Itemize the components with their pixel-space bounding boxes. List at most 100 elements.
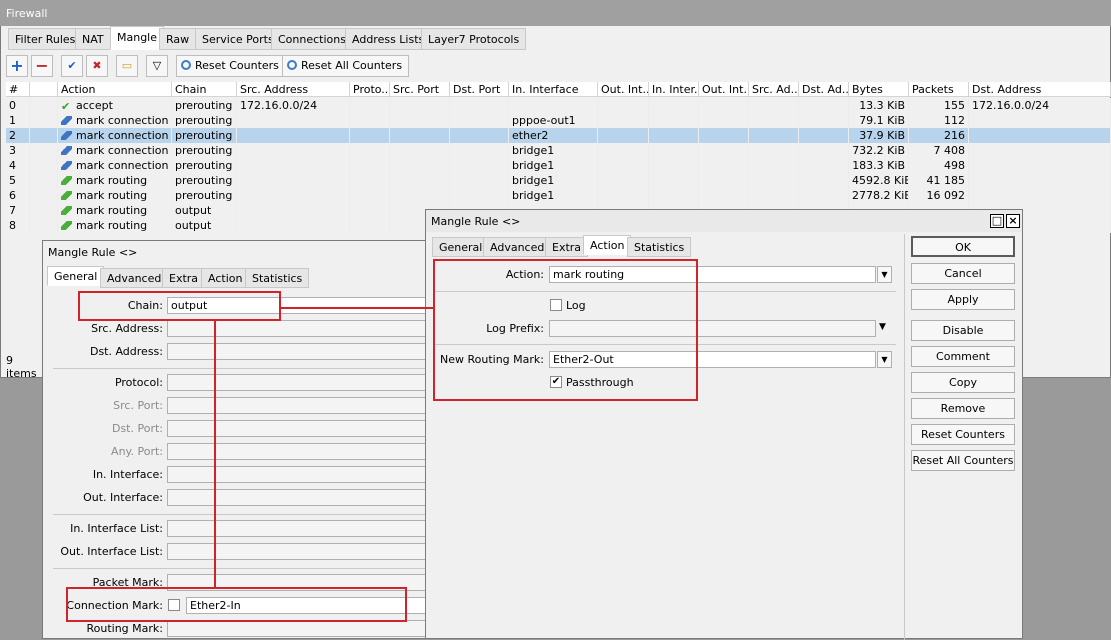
tab-general[interactable]: General [47, 266, 105, 286]
dst-cell [969, 128, 1111, 143]
in-interface-list-input[interactable] [167, 520, 433, 537]
empty-cell [598, 158, 649, 173]
col-header[interactable]: In. Interface [509, 82, 598, 97]
tab-action[interactable]: Action [583, 235, 632, 255]
reset-all-counters-button[interactable]: Reset All Counters [911, 450, 1015, 471]
tab-service-ports[interactable]: Service Ports [195, 28, 281, 50]
tab-mangle[interactable]: Mangle [110, 26, 165, 50]
col-header[interactable] [30, 82, 58, 97]
any-port-input[interactable] [167, 443, 433, 460]
empty-cell [749, 113, 799, 128]
divider [53, 368, 433, 369]
tab-statistics[interactable]: Statistics [627, 237, 692, 257]
tab-nat[interactable]: NAT [75, 28, 111, 50]
reset-all-counters-button[interactable]: Reset All Counters [282, 55, 410, 77]
empty-cell [30, 158, 58, 173]
col-header[interactable]: Src. Ad... [749, 82, 799, 97]
copy-button[interactable]: Copy [911, 372, 1015, 393]
filter-icon[interactable]: ▽ [146, 55, 168, 77]
tab-general[interactable]: General [432, 237, 490, 257]
chevron-down-icon[interactable]: ▼ [879, 322, 886, 332]
reset-icon [287, 60, 297, 70]
protocol-input[interactable] [167, 374, 433, 391]
tab-raw[interactable]: Raw [159, 28, 197, 50]
col-header[interactable]: Out. Int... [699, 82, 749, 97]
mark-connection-pen-icon [61, 161, 72, 170]
col-header[interactable]: Dst. Ad... [799, 82, 849, 97]
out-interface-input[interactable] [167, 489, 433, 506]
table-row[interactable]: 3 mark connection prerouting bridge1 732.2 K… [6, 143, 1111, 158]
tab-statistics[interactable]: Statistics [245, 268, 310, 288]
empty-cell [30, 218, 58, 233]
col-header[interactable]: Src. Address [237, 82, 350, 97]
tab-extra[interactable]: Extra [162, 268, 206, 288]
connector-line [281, 307, 433, 309]
table-row[interactable]: 6 mark routing prerouting bridge1 2778.2 KiB… [6, 188, 1111, 203]
disable-x-icon[interactable]: ✖ [86, 55, 108, 77]
action-text: mark routing [76, 189, 148, 202]
disable-button[interactable]: Disable [911, 320, 1015, 341]
mark-connection-pen-icon [61, 146, 72, 155]
out-interface-list-input[interactable] [167, 543, 433, 560]
col-header[interactable]: Chain [172, 82, 237, 97]
dst-port-input[interactable] [167, 420, 433, 437]
bytes-cell: 79.1 KiB [849, 113, 909, 128]
chevron-down-icon[interactable]: ▼ [877, 266, 892, 283]
maximize-icon[interactable]: □ [990, 214, 1004, 228]
routing-mark-input[interactable] [167, 620, 433, 637]
tab-address-lists[interactable]: Address Lists [345, 28, 432, 50]
col-header[interactable]: Dst. Address [969, 82, 1111, 97]
reset-counters-button[interactable]: Reset Counters [911, 424, 1015, 445]
empty-cell [390, 128, 450, 143]
apply-button[interactable]: Apply [911, 289, 1015, 310]
col-header[interactable]: Bytes [849, 82, 909, 97]
ok-button[interactable]: OK [911, 236, 1015, 257]
tab-advanced[interactable]: Advanced [100, 268, 169, 288]
comment-icon[interactable]: ▭ [116, 55, 138, 77]
tab-layer7-protocols[interactable]: Layer7 Protocols [421, 28, 527, 50]
col-header[interactable]: Proto... [350, 82, 390, 97]
col-header[interactable]: Dst. Port [450, 82, 509, 97]
col-header[interactable]: # [6, 82, 30, 97]
comment-button[interactable]: Comment [911, 346, 1015, 367]
cancel-button[interactable]: Cancel [911, 263, 1015, 284]
col-header[interactable]: Packets [909, 82, 969, 97]
empty-cell [390, 98, 450, 113]
tab-connections[interactable]: Connections [271, 28, 353, 50]
empty-cell [649, 158, 699, 173]
empty-cell [30, 143, 58, 158]
add-icon[interactable]: + [6, 55, 28, 77]
action-text: mark connection [76, 129, 169, 142]
col-header[interactable]: Out. Int... [598, 82, 649, 97]
remove-button[interactable]: Remove [911, 398, 1015, 419]
tab-advanced[interactable]: Advanced [483, 237, 552, 257]
table-row[interactable]: 4 mark connection prerouting bridge1 183.3 K… [6, 158, 1111, 173]
table-row[interactable]: 0 ✔ accept prerouting 172.16.0.0/24 13.3 KiB 1… [6, 98, 1111, 113]
in_if-cell [509, 98, 598, 113]
reset-counters-button[interactable]: Reset Counters [176, 55, 286, 77]
empty-cell [598, 173, 649, 188]
enable-check-icon[interactable]: ✔ [61, 55, 83, 77]
tab-action[interactable]: Action [201, 268, 250, 288]
remove-icon[interactable]: − [31, 55, 53, 77]
col-header[interactable]: Action [58, 82, 172, 97]
table-row[interactable]: 2 mark connection prerouting ether2 37.9 KiB… [6, 128, 1111, 143]
in-interface-input[interactable] [167, 466, 433, 483]
num-cell: 7 [6, 203, 30, 218]
empty-cell [649, 143, 699, 158]
src-address-input[interactable] [167, 320, 433, 337]
close-icon[interactable]: × [1006, 214, 1020, 228]
table-row[interactable]: 1 mark connection prerouting pppoe-out1 79.1… [6, 113, 1111, 128]
dst-address-input[interactable] [167, 343, 433, 360]
tab-filter-rules[interactable]: Filter Rules [8, 28, 83, 50]
tab-extra[interactable]: Extra [545, 237, 589, 257]
col-header[interactable]: Src. Port [390, 82, 450, 97]
chevron-down-icon[interactable]: ▼ [877, 351, 892, 368]
in_if-cell: ether2 [509, 128, 598, 143]
table-row[interactable]: 5 mark routing prerouting bridge1 4592.8 KiB… [6, 173, 1111, 188]
src-port-input[interactable] [167, 397, 433, 414]
col-header[interactable]: In. Inter... [649, 82, 699, 97]
empty-cell [30, 203, 58, 218]
empty-cell [699, 143, 749, 158]
dialog-title: Mangle Rule <> [426, 210, 1022, 232]
